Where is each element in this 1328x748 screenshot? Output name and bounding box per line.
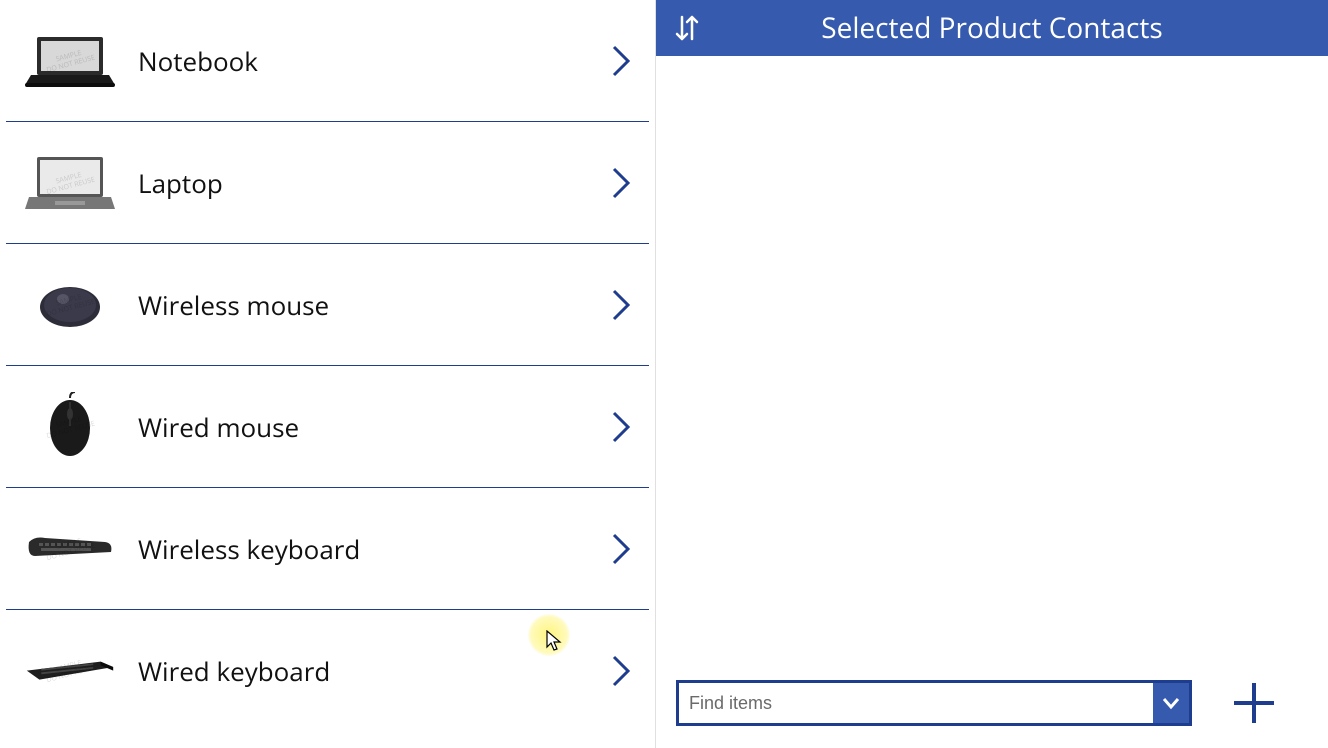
product-label: Wireless keyboard [120, 531, 601, 567]
chevron-right-icon [601, 44, 641, 78]
chevron-right-icon [601, 166, 641, 200]
list-item[interactable]: SAMPLEDO NOT REUSE Laptop [6, 122, 649, 244]
list-item[interactable]: SAMPLEDO NOT REUSE Wireless keyboard [6, 488, 649, 610]
product-label: Wired keyboard [120, 653, 601, 689]
wired-keyboard-icon: SAMPLEDO NOT REUSE [20, 631, 120, 711]
find-items-input[interactable] [679, 683, 1153, 723]
sort-icon[interactable] [670, 13, 704, 43]
app-root: SAMPLEDO NOT REUSE Notebook SAMPLEDO NOT… [0, 0, 1328, 748]
combo-toggle-button[interactable] [1153, 683, 1189, 723]
product-label: Wired mouse [120, 409, 601, 445]
list-item[interactable]: SAMPLEDO NOT REUSE Notebook [6, 0, 649, 122]
product-list-panel[interactable]: SAMPLEDO NOT REUSE Notebook SAMPLEDO NOT… [0, 0, 656, 748]
contacts-panel: Selected Product Contacts [656, 0, 1328, 748]
list-item[interactable]: SAMPLEDO NOT REUSE Wired keyboard [6, 610, 649, 732]
list-item[interactable]: SAMPLEDO NOT REUSE Wireless mouse [6, 244, 649, 366]
contacts-empty-area [656, 56, 1328, 658]
wireless-keyboard-icon: SAMPLEDO NOT REUSE [20, 509, 120, 589]
laptop-icon: SAMPLEDO NOT REUSE [20, 143, 120, 223]
chevron-right-icon [601, 654, 641, 688]
wired-mouse-icon: SAMPLEDO NOT REUSE [20, 387, 120, 467]
chevron-down-icon [1161, 696, 1181, 710]
plus-icon [1230, 679, 1278, 727]
wireless-mouse-icon: SAMPLEDO NOT REUSE [20, 265, 120, 345]
chevron-right-icon [601, 532, 641, 566]
notebook-icon: SAMPLEDO NOT REUSE [20, 21, 120, 101]
list-item[interactable]: SAMPLEDO NOT REUSE Wired mouse [6, 366, 649, 488]
product-label: Notebook [120, 43, 601, 79]
contacts-header: Selected Product Contacts [656, 0, 1328, 56]
panel-title: Selected Product Contacts [704, 9, 1314, 47]
add-button[interactable] [1228, 677, 1280, 729]
chevron-right-icon [601, 288, 641, 322]
contacts-footer [656, 658, 1328, 748]
chevron-right-icon [601, 410, 641, 444]
find-items-combo[interactable] [676, 680, 1192, 726]
product-label: Wireless mouse [120, 287, 601, 323]
product-label: Laptop [120, 165, 601, 201]
